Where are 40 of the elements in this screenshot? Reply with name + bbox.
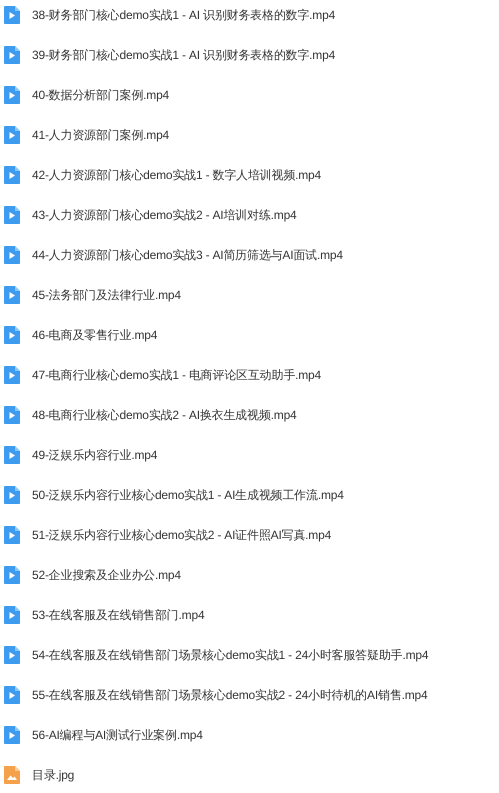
video-file-icon [4,526,20,544]
file-name[interactable]: 46-电商及零售行业.mp4 [32,326,158,344]
video-file-icon [4,206,20,224]
video-file-icon [4,366,20,384]
file-name[interactable]: 45-法务部门及法律行业.mp4 [32,286,181,304]
video-file-icon [4,166,20,184]
file-name[interactable]: 40-数据分析部门案例.mp4 [32,86,170,104]
file-name[interactable]: 41-人力资源部门案例.mp4 [32,126,170,144]
image-file-icon [4,766,20,784]
file-name[interactable]: 54-在线客服及在线销售部门场景核心demo实战1 - 24小时客服答疑助手.mp4 [32,646,428,664]
file-name[interactable]: 52-企业搜索及企业办公.mp4 [32,566,181,584]
video-file-icon [4,406,20,424]
file-name[interactable]: 44-人力资源部门核心demo实战3 - AI简历筛选与AI面试.mp4 [32,246,343,264]
file-name[interactable]: 53-在线客服及在线销售部门.mp4 [32,606,204,624]
file-name[interactable]: 39-财务部门核心demo实战1 - AI 识别财务表格的数字.mp4 [32,46,336,64]
video-file-icon [4,566,20,584]
file-name[interactable]: 50-泛娱乐内容行业核心demo实战1 - AI生成视频工作流.mp4 [32,486,344,504]
file-name[interactable]: 56-AI编程与AI测试行业案例.mp4 [32,726,203,744]
video-file-icon [4,606,20,624]
video-file-icon [4,446,20,464]
file-name[interactable]: 42-人力资源部门核心demo实战1 - 数字人培训视频.mp4 [32,166,321,184]
video-file-icon [4,126,20,144]
video-file-icon [4,86,20,104]
file-name[interactable]: 43-人力资源部门核心demo实战2 - AI培训对练.mp4 [32,206,297,224]
file-name[interactable]: 48-电商行业核心demo实战2 - AI换衣生成视频.mp4 [32,406,297,424]
file-name[interactable]: 目录.jpg [32,766,74,784]
video-file-icon [4,246,20,264]
video-file-icon [4,726,20,744]
video-file-icon [4,286,20,304]
file-name[interactable]: 51-泛娱乐内容行业核心demo实战2 - AI证件照AI写真.mp4 [32,526,332,544]
file-name[interactable]: 47-电商行业核心demo实战1 - 电商评论区互动助手.mp4 [32,366,321,384]
video-file-icon [4,326,20,344]
file-name[interactable]: 38-财务部门核心demo实战1 - AI 识别财务表格的数字.mp4 [32,6,336,24]
video-file-icon [4,486,20,504]
file-name[interactable]: 49-泛娱乐内容行业.mp4 [32,446,158,464]
video-file-icon [4,686,20,704]
file-name[interactable]: 55-在线客服及在线销售部门场景核心demo实战2 - 24小时待机的AI销售.mp4 [32,686,428,704]
video-file-icon [4,646,20,664]
video-file-icon [4,6,20,24]
video-file-icon [4,46,20,64]
